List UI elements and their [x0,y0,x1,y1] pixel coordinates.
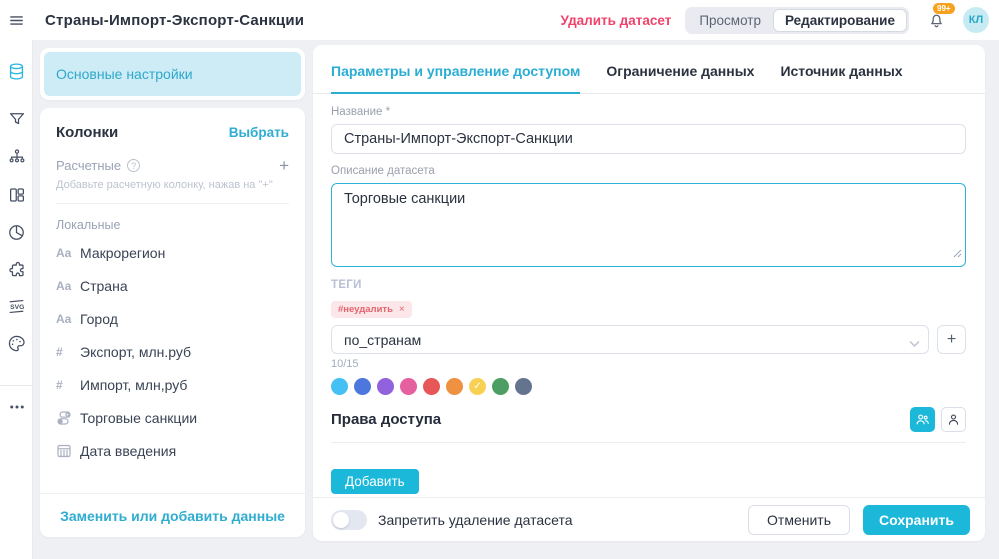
more-icon[interactable] [0,398,33,416]
resize-handle-icon[interactable] [953,245,962,263]
color-swatch[interactable] [446,378,463,395]
dataset-settings-panel: Параметры и управление доступом Ограниче… [313,45,985,541]
chevron-down-icon[interactable] [909,335,920,353]
description-label: Описание датасета [331,165,966,177]
column-item[interactable]: Aa Город [56,302,289,335]
delete-dataset-link[interactable]: Удалить датасет [561,13,672,28]
column-item[interactable]: Торговые санкции [56,401,289,434]
tags-label: ТЕГИ [331,279,966,291]
tab-data-source[interactable]: Источник данных [780,63,902,94]
divider [56,203,289,204]
columns-card: Колонки Выбрать Расчетные ? + Добавьте р… [40,108,305,537]
icon-rail: SVG [0,0,33,559]
filter-icon[interactable] [0,110,33,128]
color-swatch[interactable] [331,378,348,395]
notifications-button[interactable]: 99+ [923,7,949,33]
tag-length-counter: 10/15 [331,358,966,370]
rail-divider [0,385,33,386]
footer-bar: Запретить удаление датасета Отменить Сох… [313,497,985,541]
color-swatch[interactable] [423,378,440,395]
check-icon: ✓ [473,381,481,392]
text-type-icon: Aa [56,246,80,260]
user-access-button[interactable] [941,407,966,432]
add-access-button[interactable]: Добавить [331,469,419,494]
add-calculated-column-button[interactable]: + [279,157,289,174]
help-icon[interactable]: ? [127,159,140,172]
prevent-deletion-label: Запретить удаление датасета [378,512,572,528]
group-icon [915,412,930,427]
name-input[interactable] [331,124,966,154]
top-bar: Страны-Импорт-Экспорт-Санкции Удалить да… [0,0,999,40]
color-swatch[interactable] [377,378,394,395]
tag-chip: #неудалить × [331,301,412,318]
divider [331,442,966,443]
prevent-deletion-toggle[interactable] [331,510,367,530]
tab-bar: Параметры и управление доступом Ограниче… [313,45,985,94]
hierarchy-icon[interactable] [0,148,33,166]
text-type-icon: Aa [56,312,80,326]
column-item[interactable]: # Экспорт, млн.руб [56,335,289,368]
color-swatch[interactable] [492,378,509,395]
avatar[interactable]: КЛ [963,7,989,33]
description-textarea[interactable]: Торговые санкции [331,183,966,267]
calculated-label: Расчетные [56,158,121,173]
view-mode-button[interactable]: Просмотр [687,9,773,32]
tab-data-restriction[interactable]: Ограничение данных [606,63,754,94]
page-title: Страны-Импорт-Экспорт-Санкции [45,12,304,29]
boolean-type-icon [56,410,80,426]
tag-color-picker: ✓ [331,378,966,395]
access-rights-title: Права доступа [331,411,441,428]
color-swatch[interactable] [400,378,417,395]
puzzle-icon[interactable] [0,260,33,279]
number-type-icon: # [56,378,80,392]
number-type-icon: # [56,345,80,359]
columns-title: Колонки [56,124,118,141]
name-label: Название * [331,106,966,118]
text-type-icon: Aa [56,279,80,293]
person-icon [946,412,961,427]
group-access-button[interactable] [910,407,935,432]
main-settings-item[interactable]: Основные настройки [44,52,301,96]
color-swatch[interactable] [354,378,371,395]
column-item[interactable]: # Импорт, млн,руб [56,368,289,401]
edit-mode-button[interactable]: Редактирование [773,9,907,32]
color-swatch[interactable] [515,378,532,395]
notification-badge: 99+ [933,3,955,14]
remove-tag-icon[interactable]: × [399,304,405,315]
view-mode-switch: Просмотр Редактирование [685,7,909,34]
local-columns-label: Локальные [56,218,289,232]
column-item[interactable]: Aa Макрорегион [56,236,289,269]
replace-data-link[interactable]: Заменить или добавить данные [60,508,285,524]
pie-chart-icon[interactable] [0,223,33,242]
tab-parameters-access[interactable]: Параметры и управление доступом [331,63,580,94]
calendar-type-icon [56,443,80,459]
database-icon[interactable] [0,62,33,81]
cancel-button[interactable]: Отменить [748,505,850,535]
menu-icon[interactable] [0,12,33,29]
svg-icon[interactable]: SVG [0,297,33,316]
color-swatch-selected[interactable]: ✓ [469,378,486,395]
choose-columns-link[interactable]: Выбрать [229,125,289,140]
column-item[interactable]: Aa Страна [56,269,289,302]
save-button[interactable]: Сохранить [863,505,970,535]
column-item[interactable]: Дата введения [56,434,289,467]
calculated-hint: Добавьте расчетную колонку, нажав на "+" [56,179,289,191]
palette-icon[interactable] [0,334,33,353]
add-tag-button[interactable]: + [937,325,966,354]
settings-nav-card: Основные настройки [40,48,305,100]
tag-input[interactable] [331,325,929,354]
svg-text:SVG: SVG [10,304,24,311]
layout-icon[interactable] [0,186,33,204]
